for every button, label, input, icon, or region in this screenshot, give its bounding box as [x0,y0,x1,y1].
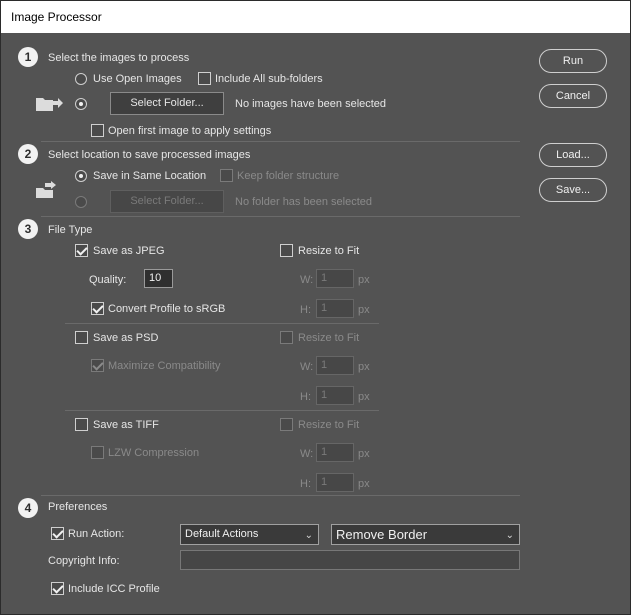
divider [65,410,379,411]
jpeg-h-unit: px [358,304,370,316]
copyright-input[interactable] [180,550,520,570]
title-bar: Image Processor [1,1,630,33]
lzw-compression-label: LZW Compression [108,447,200,459]
jpeg-width-input[interactable]: 1 [316,269,354,288]
divider [41,216,520,217]
divider [41,141,520,142]
run-button[interactable]: Run [539,49,607,73]
include-icc-label: Include ICC Profile [68,583,160,595]
quality-input[interactable]: 10 [144,269,173,288]
keep-folder-structure-checkbox[interactable] [220,169,233,182]
folder-arrow-icon [36,98,63,111]
chevron-down-icon: ⌄ [505,530,514,541]
step-1-badge: 1 [18,47,38,67]
maximize-compatibility-checkbox[interactable] [91,359,104,372]
tiff-width-input[interactable]: 1 [316,443,354,462]
save-button[interactable]: Save... [539,178,607,202]
convert-srgb-label: Convert Profile to sRGB [108,303,226,315]
tiff-resize-checkbox[interactable] [280,418,293,431]
run-action-checkbox[interactable] [51,527,64,540]
include-subfolders-label: Include All sub-folders [215,73,323,85]
keep-folder-structure-label: Keep folder structure [237,170,340,182]
save-same-location-label: Save in Same Location [93,170,207,182]
jpeg-h-label: H: [300,304,311,316]
action-set-select[interactable]: Default Actions ⌄ [180,524,319,545]
include-icc-checkbox[interactable] [51,582,64,595]
section-3-heading: File Type [48,224,93,236]
action-select[interactable]: Remove Border ⌄ [331,524,520,545]
jpeg-resize-label: Resize to Fit [298,245,360,257]
divider [41,495,520,496]
tiff-h-unit: px [358,478,370,490]
psd-h-unit: px [358,391,370,403]
tiff-resize-label: Resize to Fit [298,419,360,431]
action-set-value: Default Actions [185,528,259,540]
jpeg-height-input[interactable]: 1 [316,299,354,318]
jpeg-w-unit: px [358,274,370,286]
section-4-heading: Preferences [48,501,108,513]
psd-h-label: H: [300,391,311,403]
section-1-heading: Select the images to process [48,52,190,64]
step-3-badge: 3 [18,219,38,239]
select-destination-radio[interactable] [75,196,87,208]
step-2-badge: 2 [18,144,38,164]
tiff-h-label: H: [300,478,311,490]
divider [65,323,379,324]
load-button[interactable]: Load... [539,143,607,167]
use-open-images-label: Use Open Images [93,73,182,85]
image-processor-dialog: Image Processor 1 Select the images to p… [0,0,631,615]
psd-resize-checkbox[interactable] [280,331,293,344]
section-2-heading: Select location to save processed images [48,149,251,161]
save-as-tiff-checkbox[interactable] [75,418,88,431]
select-folder-radio[interactable] [75,98,87,110]
save-as-jpeg-checkbox[interactable] [75,244,88,257]
copyright-label: Copyright Info: [48,555,120,567]
chevron-down-icon: ⌄ [304,530,313,541]
lzw-compression-checkbox[interactable] [91,446,104,459]
tiff-height-input[interactable]: 1 [316,473,354,492]
psd-w-label: W: [300,361,314,373]
psd-resize-label: Resize to Fit [298,332,360,344]
maximize-compatibility-label: Maximize Compatibility [108,360,221,372]
tiff-w-unit: px [358,448,370,460]
quality-label: Quality: [89,274,127,286]
save-as-psd-checkbox[interactable] [75,331,88,344]
select-source-folder-button[interactable]: Select Folder... [110,92,224,115]
save-as-tiff-label: Save as TIFF [93,419,159,431]
psd-w-unit: px [358,361,370,373]
save-same-location-radio[interactable] [75,170,87,182]
use-open-images-radio[interactable] [75,73,87,85]
jpeg-w-label: W: [300,274,314,286]
step-4-badge: 4 [18,498,38,518]
window-title: Image Processor [11,10,102,24]
save-as-jpeg-label: Save as JPEG [93,245,165,257]
save-as-psd-label: Save as PSD [93,332,159,344]
open-first-image-checkbox[interactable] [91,124,104,137]
destination-status-text: No folder has been selected [235,196,372,208]
convert-srgb-checkbox[interactable] [91,302,104,315]
psd-width-input[interactable]: 1 [316,356,354,375]
select-destination-folder-button[interactable]: Select Folder... [110,190,224,213]
open-first-image-label: Open first image to apply settings [108,125,272,137]
action-value: Remove Border [336,527,428,542]
include-subfolders-checkbox[interactable] [198,72,211,85]
run-action-label: Run Action: [68,528,125,540]
psd-height-input[interactable]: 1 [316,386,354,405]
folder-arrow-icon-destination [36,181,56,198]
tiff-w-label: W: [300,448,314,460]
source-status-text: No images have been selected [235,98,387,110]
jpeg-resize-checkbox[interactable] [280,244,293,257]
cancel-button[interactable]: Cancel [539,84,607,108]
